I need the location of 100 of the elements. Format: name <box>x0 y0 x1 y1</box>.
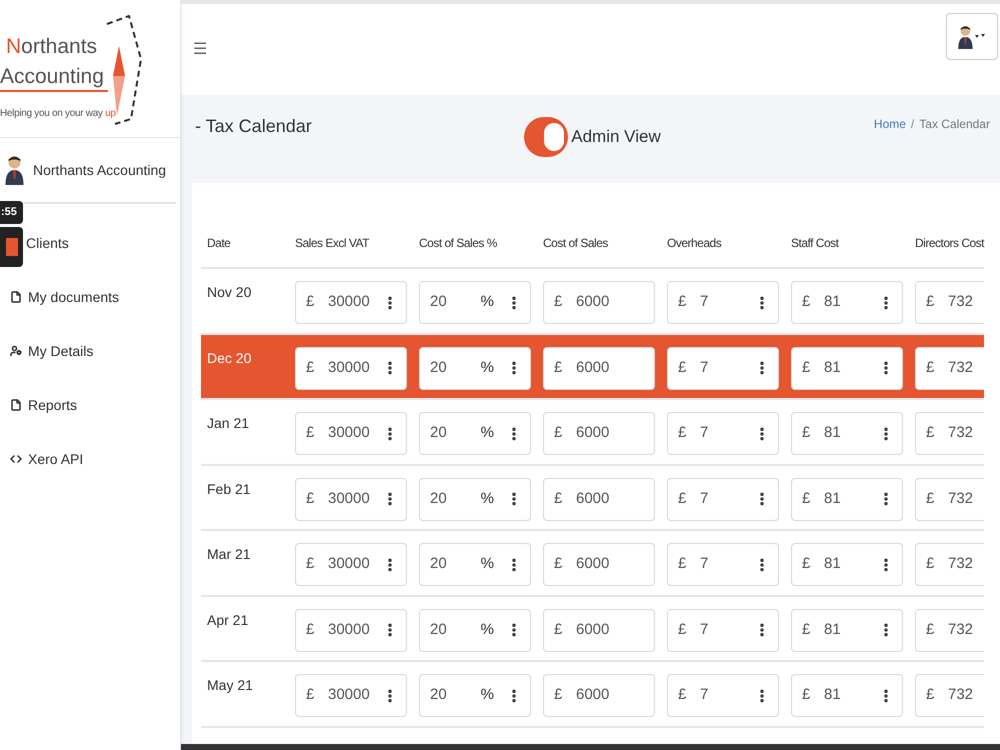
field-value: 6000 <box>575 620 610 640</box>
tagline: Helping you on your way up <box>0 107 116 121</box>
input-field[interactable]: £ 732 <box>915 281 984 324</box>
field-value: 20 <box>429 554 448 574</box>
currency-symbol: £ <box>677 423 688 444</box>
input-field[interactable]: 20 % <box>419 412 531 455</box>
input-field[interactable]: £ 732 <box>915 346 984 390</box>
field-value: 7 <box>699 358 710 378</box>
currency-symbol: £ <box>677 554 688 574</box>
field-value: 20 <box>429 358 448 378</box>
date-cell: Feb 21 <box>207 480 251 496</box>
input-field[interactable]: £ 6000 <box>543 478 655 520</box>
currency-symbol: £ <box>925 488 936 509</box>
input-field[interactable]: £ 6000 <box>543 674 655 717</box>
input-field[interactable]: £ 30000 <box>295 608 407 652</box>
input-field[interactable]: £ 6000 <box>543 346 655 390</box>
input-field[interactable]: £ 732 <box>915 478 984 520</box>
currency-symbol: £ <box>801 554 812 574</box>
input-field[interactable]: £ 81 <box>791 412 903 455</box>
admin-view-toggle[interactable] <box>524 117 568 157</box>
breadcrumb-link[interactable]: Home <box>874 115 906 133</box>
input-field[interactable]: £ 81 <box>791 346 903 390</box>
input-field[interactable]: £ 7 <box>667 674 779 717</box>
input-field[interactable]: £ 81 <box>791 608 903 652</box>
sidebar-item[interactable]: Clients <box>26 216 69 270</box>
currency-symbol: £ <box>925 358 936 378</box>
currency-symbol: £ <box>677 358 688 378</box>
table-row[interactable]: Feb 21 £ 30000 20 % £ 6000 £ 7 £ 81 £ 732 <box>201 466 984 531</box>
currency-symbol: £ <box>553 358 564 378</box>
page-title: - Tax Calendar <box>195 115 313 138</box>
percent-symbol: % <box>480 685 494 706</box>
sidebar-item[interactable]: Reports <box>10 378 78 432</box>
caret-icon <box>975 34 988 40</box>
column-header: Directors Cost <box>915 236 984 250</box>
field-value: 81 <box>823 358 842 378</box>
input-field[interactable]: 20 % <box>419 674 531 717</box>
field-value: 81 <box>823 423 842 444</box>
currency-symbol: £ <box>925 423 936 444</box>
input-field[interactable]: £ 30000 <box>295 412 407 455</box>
stop-button[interactable] <box>0 226 23 266</box>
user-menu-button[interactable] <box>946 13 998 60</box>
percent-symbol: % <box>480 620 494 640</box>
date-cell: May 21 <box>207 676 253 693</box>
field-value: 7 <box>699 423 710 444</box>
input-field[interactable]: £ 30000 <box>295 674 407 717</box>
input-field[interactable]: £ 30000 <box>295 543 407 586</box>
menu-button[interactable]: ☰ <box>193 38 207 62</box>
field-value: 7 <box>699 554 710 574</box>
input-field[interactable]: £ 7 <box>667 346 779 390</box>
input-field[interactable]: 20 % <box>419 478 531 520</box>
input-field[interactable]: £ 732 <box>915 412 984 455</box>
date-cell: Apr 21 <box>207 610 248 628</box>
currency-symbol: £ <box>925 620 936 640</box>
input-field[interactable]: £ 81 <box>791 543 903 586</box>
input-field[interactable]: £ 732 <box>915 674 984 717</box>
currency-symbol: £ <box>801 358 812 378</box>
input-field[interactable]: £ 732 <box>915 543 984 586</box>
column-header: Cost of Sales <box>543 236 608 250</box>
table-row[interactable]: Dec 20 £ 30000 20 % £ 6000 £ 7 £ 81 £ 732 <box>201 334 984 400</box>
input-field[interactable]: £ 7 <box>667 543 779 586</box>
column-header: Overheads <box>667 236 722 250</box>
field-value: 732 <box>947 423 974 444</box>
input-field[interactable]: £ 7 <box>667 478 779 520</box>
input-field[interactable]: £ 6000 <box>543 412 655 455</box>
field-value: 732 <box>947 488 974 509</box>
sidebar-item[interactable]: Xero API <box>10 432 84 486</box>
currency-symbol: £ <box>553 620 564 640</box>
input-field[interactable]: £ 7 <box>667 608 779 652</box>
input-field[interactable]: 20 % <box>419 281 531 324</box>
currency-symbol: £ <box>553 554 564 574</box>
sidebar-item[interactable]: My Details <box>10 324 94 378</box>
input-field[interactable]: £ 6000 <box>543 608 655 652</box>
input-field[interactable]: 20 % <box>419 346 531 390</box>
sidebar-item[interactable]: My documents <box>10 270 120 324</box>
input-field[interactable]: 20 % <box>419 543 531 586</box>
input-field[interactable]: £ 81 <box>791 674 903 717</box>
input-field[interactable]: £ 7 <box>667 412 779 455</box>
field-value: 30000 <box>327 620 371 640</box>
table-row[interactable]: Apr 21 £ 30000 20 % £ 6000 £ 7 £ 81 £ 732 <box>201 596 984 662</box>
field-value: 6000 <box>575 488 610 509</box>
field-value: 732 <box>947 685 974 706</box>
input-field[interactable]: £ 81 <box>791 281 903 324</box>
percent-symbol: % <box>480 488 494 509</box>
field-value: 6000 <box>575 423 610 444</box>
percent-symbol: % <box>480 423 494 444</box>
field-value: 6000 <box>575 358 610 378</box>
input-field[interactable]: £ 6000 <box>543 543 655 586</box>
input-field[interactable]: 20 % <box>419 608 531 652</box>
currency-symbol: £ <box>801 292 812 312</box>
input-field[interactable]: £ 6000 <box>543 281 655 324</box>
input-field[interactable]: £ 30000 <box>295 281 407 324</box>
input-field[interactable]: £ 30000 <box>295 478 407 520</box>
currency-symbol: £ <box>677 488 688 509</box>
input-field[interactable]: £ 7 <box>667 281 779 324</box>
brand-name: Northants <box>6 34 98 60</box>
currency-symbol: £ <box>305 620 316 640</box>
input-field[interactable]: £ 30000 <box>295 346 407 390</box>
input-field[interactable]: £ 81 <box>791 478 903 520</box>
field-value: 30000 <box>327 423 371 444</box>
input-field[interactable]: £ 732 <box>915 608 984 652</box>
